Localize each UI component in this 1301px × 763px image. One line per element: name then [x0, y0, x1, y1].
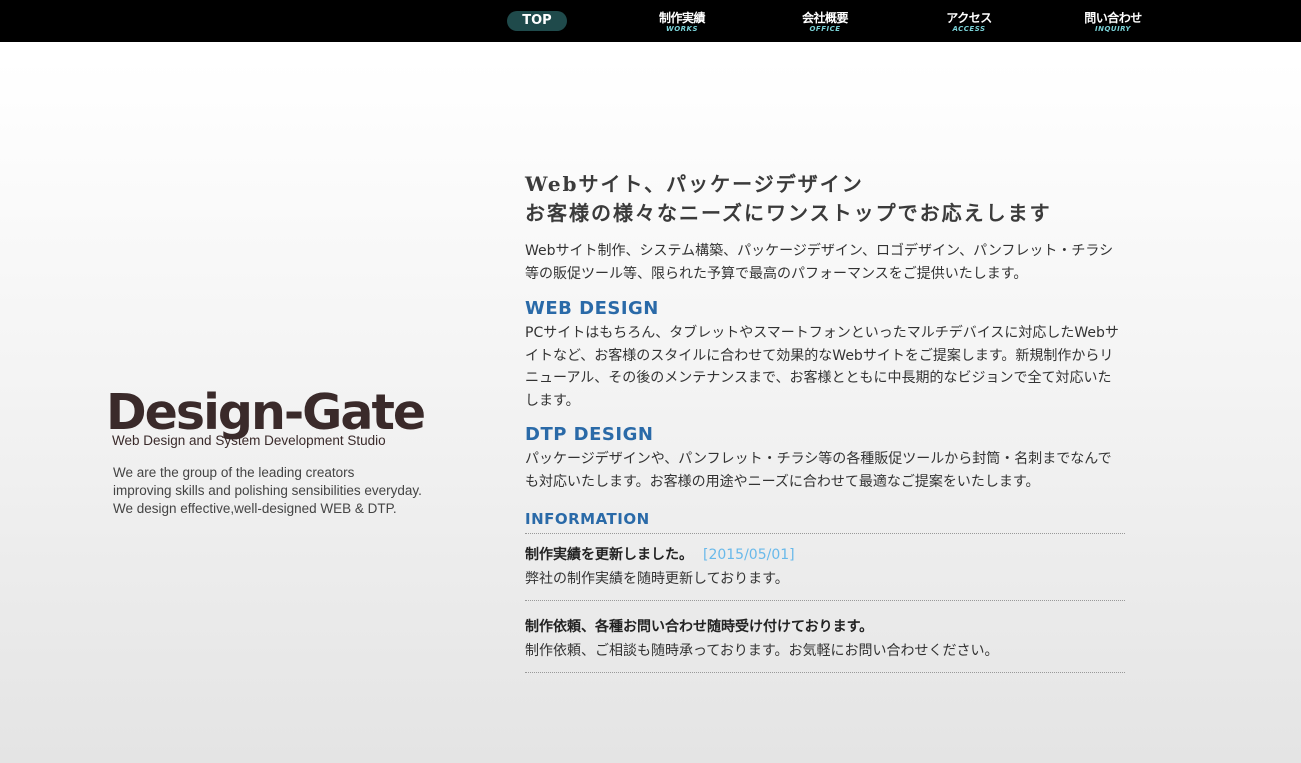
tagline-line-1: We are the group of the leading creators [113, 465, 355, 480]
headline: Webサイト、パッケージデザイン お客様の様々なニーズにワンストップでお応えしま… [525, 170, 1125, 228]
nav-office-label: 会社概要 [801, 11, 849, 25]
web-design-description: PCサイトはもちろん、タブレットやスマートフォンといったマルチデバイスに対応した… [525, 325, 1119, 409]
news-item-title-text: 制作実績を更新しました。 [525, 547, 693, 563]
news-item: 制作実績を更新しました。 [2015/05/01] 弊社の制作実績を随時更新してお… [525, 534, 1125, 601]
tagline-line-2: improving skills and polishing sensibili… [113, 483, 422, 498]
company-tagline: We are the group of the leading creators… [113, 464, 422, 518]
nav-inquiry-label: 問い合わせ [1084, 11, 1142, 25]
lead-paragraph: Webサイト制作、システム構築、パッケージデザイン、ロゴデザイン、パンフレット・… [525, 243, 1114, 282]
nav-access-label: アクセス [946, 11, 992, 25]
headline-line-2: お客様の様々なニーズにワンストップでお応えします [525, 201, 1052, 225]
news-item-title-text: 制作依頼、各種お問い合わせ随時受け付けております。 [525, 619, 874, 635]
nav-inquiry-sublabel: INQUIRY [1094, 25, 1132, 33]
headline-line-1: Webサイト、パッケージデザイン [525, 172, 864, 196]
nav-access-sublabel: ACCESS [952, 25, 986, 33]
news-item-body: 制作依頼、ご相談も随時承っております。お気軽にお問い合わせください。 [525, 643, 999, 659]
nav-works-label: 制作実績 [658, 11, 706, 25]
nav-inquiry-link[interactable]: 問い合わせ INQUIRY [1058, 0, 1168, 42]
main-content: Webサイト、パッケージデザイン お客様の様々なニーズにワンストップでお応えしま… [525, 170, 1125, 673]
top-navigation-bar: TOP 制作実績 WORKS 会社概要 OFFICE アクセス ACCESS 問… [0, 0, 1301, 42]
dtp-design-heading: DTP DESIGN [525, 424, 654, 445]
nav-works-sublabel: WORKS [665, 25, 699, 33]
information-heading: INFORMATION [525, 509, 1125, 534]
news-item: 制作依頼、各種お問い合わせ随時受け付けております。 制作依頼、ご相談も随時承って… [525, 601, 1125, 673]
dtp-design-description: パッケージデザインや、パンフレット・チラシ等の各種販促ツールから封筒・名刺までな… [525, 451, 1112, 490]
company-logo[interactable]: Design-Gate Web Design and System Develo… [106, 388, 436, 448]
nav-office-link[interactable]: 会社概要 OFFICE [770, 0, 880, 42]
tagline-line-3: We design effective,well-designed WEB & … [113, 501, 397, 516]
nav-office-sublabel: OFFICE [809, 25, 841, 33]
news-item-title[interactable]: 制作実績を更新しました。 [2015/05/01] [525, 543, 1125, 567]
news-item-title[interactable]: 制作依頼、各種お問い合わせ随時受け付けております。 [525, 615, 1125, 639]
nav-top-button[interactable]: TOP [507, 11, 567, 31]
web-design-heading: WEB DESIGN [525, 298, 659, 319]
logo-wordmark: Design-Gate [106, 384, 426, 441]
nav-works-link[interactable]: 制作実績 WORKS [627, 0, 737, 42]
nav-access-link[interactable]: アクセス ACCESS [914, 0, 1024, 42]
news-item-date: [2015/05/01] [703, 547, 795, 563]
news-item-body: 弊社の制作実績を随時更新しております。 [525, 571, 789, 587]
